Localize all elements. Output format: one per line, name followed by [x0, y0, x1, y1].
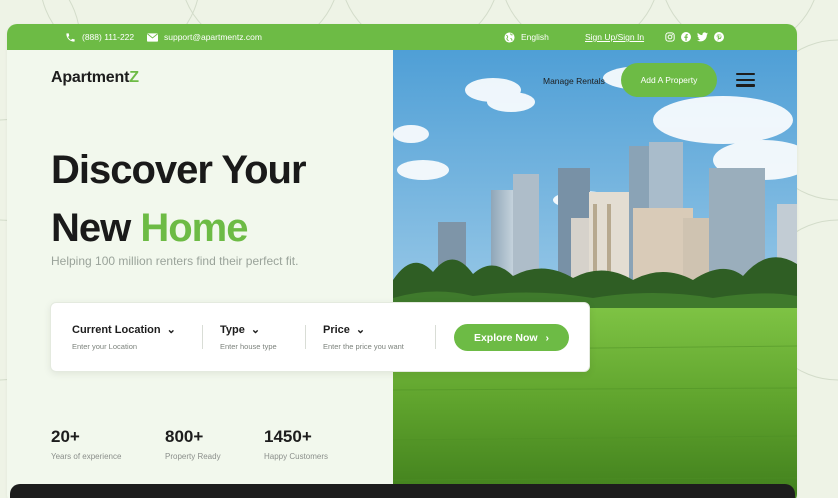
facebook-icon[interactable]	[681, 32, 691, 42]
location-field[interactable]: Current Location ⌄ Enter your Location	[72, 323, 176, 352]
signin-link[interactable]: Sign Up/Sign In	[585, 24, 644, 50]
headline-dark-part: New	[51, 206, 141, 250]
location-hint: Enter your Location	[72, 342, 138, 351]
property-search-bar: Current Location ⌄ Enter your Location Ty…	[50, 302, 590, 372]
twitter-icon[interactable]	[697, 32, 708, 42]
add-property-button[interactable]: Add A Property	[621, 63, 717, 97]
globe-icon	[504, 31, 515, 43]
chevron-down-icon: ⌄	[250, 324, 261, 336]
stat-label: Property Ready	[165, 452, 221, 461]
brand-accent: Z	[129, 69, 139, 86]
brand-logo[interactable]: ApartmentZ	[51, 69, 139, 87]
phone-number: (888) 111-222	[82, 32, 135, 42]
stat-value: 1450+	[264, 427, 312, 446]
headline-green-part: Home	[140, 206, 248, 250]
hamburger-menu-icon[interactable]	[736, 73, 755, 87]
stat-value: 800+	[165, 427, 204, 446]
price-field[interactable]: Price ⌄ Enter the price you want	[323, 323, 404, 352]
pinterest-icon[interactable]	[714, 32, 724, 42]
bottom-section-edge	[10, 484, 795, 498]
hero-subtitle: Helping 100 million renters find their p…	[51, 254, 299, 268]
type-field[interactable]: Type ⌄ Enter house type	[220, 323, 277, 352]
language-label: English	[521, 32, 549, 42]
city-skyline-image	[393, 50, 797, 498]
divider	[202, 325, 203, 349]
price-title: Price	[323, 323, 350, 336]
chevron-right-icon: ›	[545, 331, 550, 344]
price-hint: Enter the price you want	[323, 342, 404, 351]
chevron-down-icon: ⌄	[166, 324, 176, 336]
hero-image	[393, 50, 797, 498]
phone-icon	[66, 32, 75, 42]
location-title: Current Location	[72, 323, 161, 336]
stat-label: Years of experience	[51, 452, 122, 461]
type-title: Type	[220, 323, 245, 336]
explore-now-button[interactable]: Explore Now ›	[454, 324, 569, 351]
brand-name: Apartment	[51, 69, 130, 86]
mail-icon	[147, 32, 158, 42]
stat-experience: 20+ Years of experience	[51, 427, 121, 461]
type-hint: Enter house type	[220, 342, 277, 351]
divider	[435, 325, 436, 349]
phone-contact[interactable]: (888) 111-222	[65, 24, 134, 50]
hero-left-panel: ApartmentZ Discover Your New Home Helpin…	[7, 50, 393, 498]
explore-label: Explore Now	[473, 331, 538, 344]
social-links	[665, 24, 724, 50]
top-bar: (888) 111-222 support@apartmentz.com Eng…	[7, 24, 797, 50]
language-selector[interactable]: English	[504, 24, 549, 50]
email-contact[interactable]: support@apartmentz.com	[147, 24, 262, 50]
email-address: support@apartmentz.com	[164, 32, 262, 42]
headline-line-1: Discover Your	[51, 148, 307, 192]
stat-value: 20+	[51, 427, 80, 446]
manage-rentals-link[interactable]: Manage Rentals	[543, 76, 605, 86]
chevron-down-icon: ⌄	[355, 324, 366, 336]
stat-label: Happy Customers	[264, 452, 329, 461]
headline-line-2: New Home	[51, 199, 306, 257]
divider	[305, 325, 306, 349]
instagram-icon[interactable]	[665, 32, 675, 42]
page-frame: (888) 111-222 support@apartmentz.com Eng…	[7, 24, 797, 498]
hero-headline: Discover Your New Home	[51, 141, 307, 257]
stat-properties: 800+ Property Ready	[165, 427, 221, 461]
stat-customers: 1450+ Happy Customers	[264, 427, 328, 461]
